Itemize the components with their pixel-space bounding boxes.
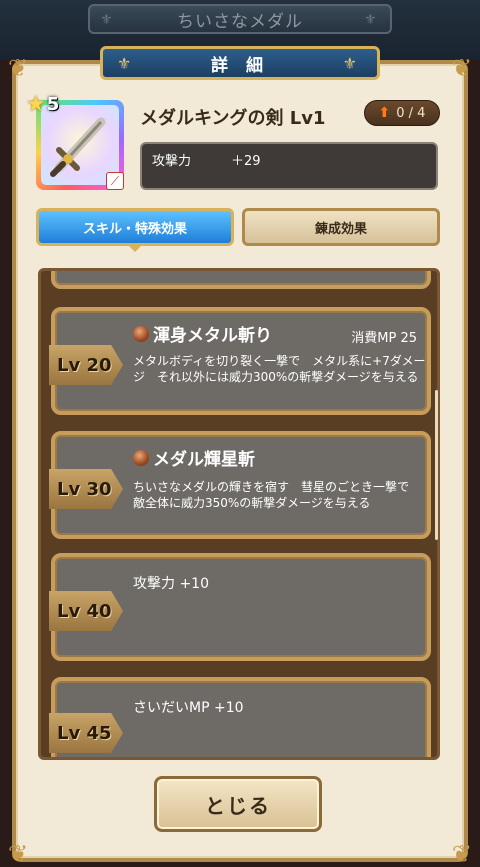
corner-ornament-icon: ❦ [8, 54, 29, 82]
tab-skills-label: スキル・特殊効果 [82, 221, 187, 237]
upgrade-count-badge: ⬆ 0 / 4 [364, 100, 440, 126]
tab-refinement[interactable]: 錬成効果 [242, 208, 440, 246]
stat-value: ＋29 [231, 154, 261, 169]
tab-skills[interactable]: スキル・特殊効果 [36, 208, 234, 252]
skill-title: メダル輝星斬 [133, 445, 255, 470]
bonus-card: Lv 40 攻撃力 +10 [49, 553, 431, 661]
level-tag: Lv 20 [49, 345, 123, 385]
header-title: ちいさなメダル [177, 11, 303, 32]
skill-description: ちいさなメダルの輝きを宿す 彗星のごとき一撃で 敵全体に威力350%の斬撃ダメー… [133, 480, 422, 510]
level-tag: Lv 45 [49, 713, 123, 753]
up-arrow-icon: ⬆ [378, 105, 391, 121]
header-banner: ⚜ ちいさなメダル ⚜ [88, 4, 392, 34]
bonus-text: さいだいMP +10 [133, 700, 244, 716]
stat-box: 攻撃力 ＋29 [140, 142, 438, 190]
skill-name: 渾身メタル斬り [153, 326, 272, 346]
corner-ornament-icon: ❦ [451, 840, 472, 867]
skill-name: メダル輝星斬 [153, 450, 255, 470]
mp-cost: 消費MP 25 [351, 331, 417, 346]
dialog-title-tab: ⚜ 詳 細 ⚜ [100, 46, 380, 80]
rarity-badge: ★ 5 [26, 92, 59, 117]
tab-refinement-label: 錬成効果 [314, 221, 367, 237]
scrollbar[interactable] [435, 390, 438, 540]
skill-list[interactable]: Lv 20 渾身メタル斬り 消費MP 25 メタルボディを切り裂く一撃で メタル… [38, 268, 440, 760]
close-button[interactable]: とじる [154, 776, 322, 832]
rarity-value: 5 [46, 94, 60, 115]
skill-card: Lv 30 メダル輝星斬 ちいさなメダルの輝きを宿す 彗星のごとき一撃で 敵全体… [49, 431, 431, 539]
fleur-ornament-icon: ⚜ [364, 12, 378, 28]
bonus-card: Lv 45 さいだいMP +10 [49, 677, 431, 757]
stat-label: 攻撃力 [152, 154, 192, 169]
skill-orb-icon [133, 325, 149, 342]
item-name: メダルキングの剣 Lv1 [140, 108, 326, 129]
close-button-label: とじる [205, 793, 271, 818]
corner-ornament-icon: ❦ [451, 54, 472, 82]
sword-icon [50, 117, 106, 177]
level-tag: Lv 30 [49, 469, 123, 509]
fleur-ornament-icon: ⚜ [100, 12, 114, 28]
star-icon: ★ [26, 92, 46, 117]
skill-title: 渾身メタル斬り [133, 321, 272, 346]
level-tag: Lv 40 [49, 591, 123, 631]
fleur-ornament-icon: ⚜ [117, 54, 138, 73]
skill-orb-icon [133, 449, 149, 466]
list-item-partial [51, 271, 431, 289]
dialog-title: 詳 細 [211, 55, 269, 76]
skill-description: メタルボディを切り裂く一撃で メタル系に+7ダメージ それ以外には威力300%の… [133, 354, 426, 384]
fleur-ornament-icon: ⚜ [342, 54, 363, 73]
bonus-text: 攻撃力 +10 [133, 576, 209, 592]
corner-ornament-icon: ❦ [8, 840, 29, 867]
weapon-type-icon: ⟋ [106, 172, 124, 190]
skill-card: Lv 20 渾身メタル斬り 消費MP 25 メタルボディを切り裂く一撃で メタル… [49, 307, 431, 415]
upgrade-count: 0 / 4 [396, 105, 426, 121]
